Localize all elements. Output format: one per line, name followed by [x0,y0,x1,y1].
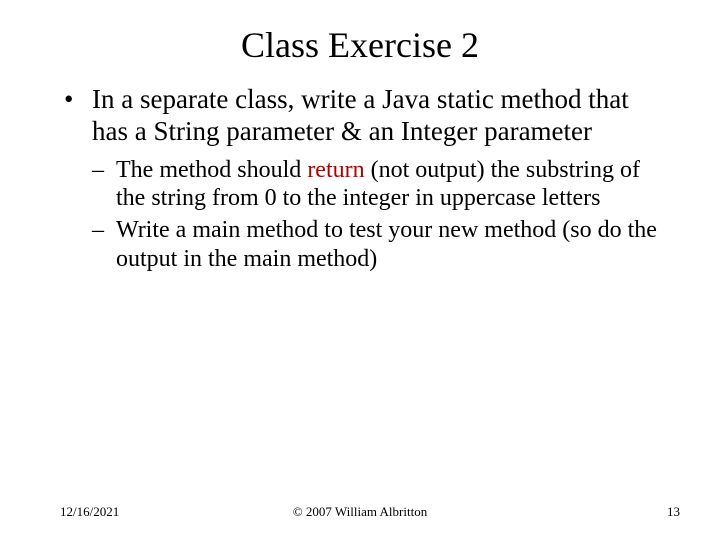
bullet-dash-icon: – [92,156,104,184]
slide-title: Class Exercise 2 [0,0,720,84]
return-keyword: return [307,157,364,183]
footer-page-number: 13 [667,504,680,520]
footer-copyright: © 2007 William Albritton [0,504,720,520]
bullet-dot-icon: • [64,84,73,116]
slide-content: • In a separate class, write a Java stat… [0,84,720,273]
sub1-prefix: The method should [116,157,307,183]
slide: Class Exercise 2 • In a separate class, … [0,0,720,540]
bullet-level2: – The method should return (not output) … [60,156,670,213]
bullet-text: Write a main method to test your new met… [116,217,657,271]
bullet-dash-icon: – [92,216,104,244]
bullet-level2: – Write a main method to test your new m… [60,216,670,273]
bullet-text: In a separate class, write a Java static… [92,84,629,146]
bullet-level1: • In a separate class, write a Java stat… [60,84,670,148]
bullet-text: The method should return (not output) th… [116,157,640,211]
